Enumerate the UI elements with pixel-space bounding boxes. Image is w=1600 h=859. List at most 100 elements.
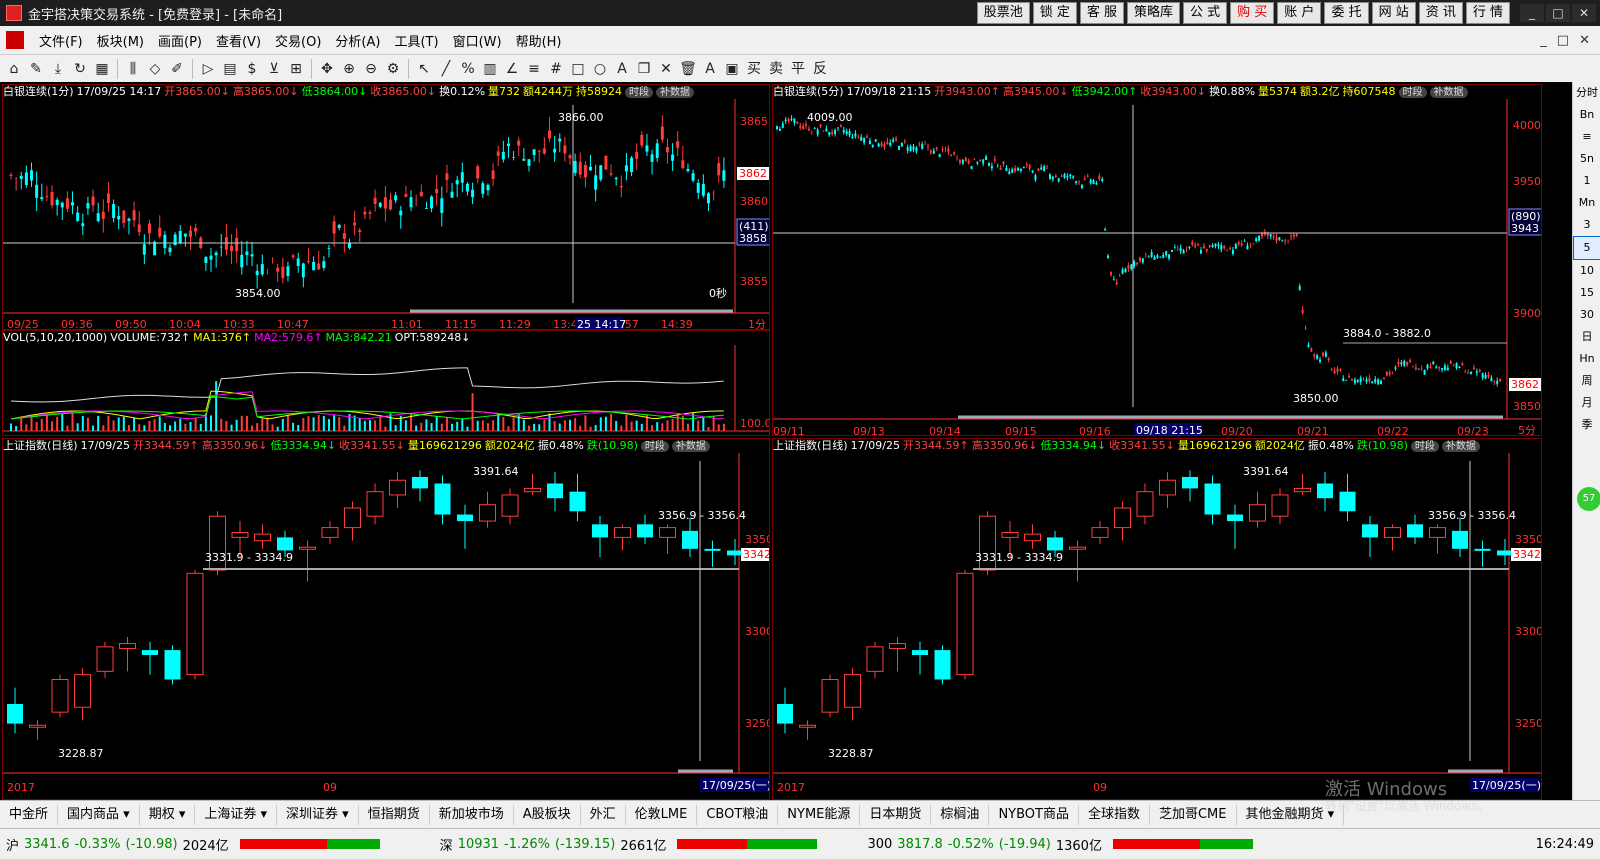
move-icon[interactable]: ✥ xyxy=(317,59,337,79)
sh-index-summary[interactable]: 沪 3341.6 -0.33% (-10.98) 2024亿 xyxy=(6,835,380,854)
font-color-icon[interactable]: A xyxy=(700,59,720,79)
grid-icon[interactable]: ▦ xyxy=(92,59,112,79)
title-button-2[interactable]: 客 服 xyxy=(1079,2,1124,24)
zoom-in-icon[interactable]: ⊕ xyxy=(339,59,359,79)
rect-icon[interactable]: □ xyxy=(568,59,588,79)
market-tab-9[interactable]: 伦敦LME xyxy=(626,804,698,825)
maximize-button[interactable]: □ xyxy=(1546,4,1570,22)
market-tab-4[interactable]: 深圳证券 ▾ xyxy=(277,804,359,825)
period-button-11[interactable]: 日 xyxy=(1573,326,1600,348)
market-tab-15[interactable]: 全球指数 xyxy=(1079,804,1150,825)
market-tab-14[interactable]: NYBOT商品 xyxy=(989,804,1079,825)
menu-item-7[interactable]: 窗口(W) xyxy=(446,31,509,50)
title-button-10[interactable]: 行 情 xyxy=(1465,2,1510,24)
candle-icon[interactable]: ⫼ xyxy=(123,59,143,79)
f10-icon[interactable]: ⊞ xyxy=(286,59,306,79)
market-tab-1[interactable]: 国内商品 ▾ xyxy=(58,804,140,825)
minimize-button[interactable]: _ xyxy=(1520,4,1544,22)
zoom-out-icon[interactable]: ⊖ xyxy=(361,59,381,79)
period-button-14[interactable]: 月 xyxy=(1573,392,1600,414)
period-button-9[interactable]: 15 xyxy=(1573,282,1600,304)
chart-panel-silver-5min[interactable]: 白银连续(5分) 17/09/18 21:15 开3943.00↑ 高3945.00↓… xyxy=(772,84,1542,436)
mdi-restore-button[interactable]: □ xyxy=(1557,33,1569,48)
sz-index-summary[interactable]: 深 10931 -1.26% (-139.15) 2661亿 xyxy=(440,835,818,854)
save-icon[interactable]: ▣ xyxy=(722,59,742,79)
menu-item-5[interactable]: 分析(A) xyxy=(328,31,387,50)
trash-icon[interactable]: 🗑 xyxy=(678,59,698,79)
title-button-4[interactable]: 公 式 xyxy=(1183,2,1228,24)
title-button-3[interactable]: 策略库 xyxy=(1127,2,1181,24)
delete-icon[interactable]: ✕ xyxy=(656,59,676,79)
period-button-5[interactable]: Mn xyxy=(1573,192,1600,214)
chart-panel-sh-index-daily-right[interactable]: 上证指数(日线) 17/09/25 开3344.59↑ 高3350.96↓ 低3334.… xyxy=(772,438,1542,800)
angle-icon[interactable]: ∠ xyxy=(502,59,522,79)
filter-icon[interactable]: ⊻ xyxy=(264,59,284,79)
sell-icon[interactable]: 卖 xyxy=(766,59,786,79)
period-button-4[interactable]: 1 xyxy=(1573,170,1600,192)
market-tab-6[interactable]: 新加坡市场 xyxy=(430,804,514,825)
percent-icon[interactable]: % xyxy=(458,59,478,79)
play-icon[interactable]: ▷ xyxy=(198,59,218,79)
menu-item-4[interactable]: 交易(O) xyxy=(268,31,328,50)
period-button-3[interactable]: 5n xyxy=(1573,148,1600,170)
diamond-icon[interactable]: ◇ xyxy=(145,59,165,79)
menu-item-1[interactable]: 板块(M) xyxy=(90,31,151,50)
refresh-icon[interactable]: ↻ xyxy=(70,59,90,79)
period-button-8[interactable]: 10 xyxy=(1573,260,1600,282)
title-button-0[interactable]: 股票池 xyxy=(976,2,1030,24)
volume-chart[interactable]: 100.0 xyxy=(3,331,770,436)
close-button[interactable]: ✕ xyxy=(1572,4,1596,22)
cursor-icon[interactable]: ↖ xyxy=(414,59,434,79)
market-tab-13[interactable]: 棕榈油 xyxy=(931,804,990,825)
flat-icon[interactable]: 平 xyxy=(788,59,808,79)
kline-chart-daily-right[interactable]: 3350 3300 3250 3342 3391.64 3331.9 - 3334.9 33… xyxy=(773,439,1542,800)
market-tab-7[interactable]: A股板块 xyxy=(514,804,581,825)
period-button-13[interactable]: 周 xyxy=(1573,370,1600,392)
period-button-2[interactable]: ≡ xyxy=(1573,126,1600,148)
text-icon[interactable]: A xyxy=(612,59,632,79)
chart-panel-sh-index-daily-left[interactable]: 上证指数(日线) 17/09/25 开3344.59↑ 高3350.96↓ 低3334.… xyxy=(2,438,770,800)
title-button-7[interactable]: 委 托 xyxy=(1324,2,1369,24)
kline-chart-5min[interactable]: 40003950390038503862(890)39434009.003884… xyxy=(773,85,1542,436)
edit-icon[interactable]: ✐ xyxy=(167,59,187,79)
home-icon[interactable]: ⌂ xyxy=(4,59,24,79)
kline-chart-daily-left[interactable]: 3350 3300 3250 3342 3391.64 3331.9 - 3334.9 33… xyxy=(3,439,770,800)
pencil-icon[interactable]: ✎ xyxy=(26,59,46,79)
hs300-summary[interactable]: 300 3817.8 -0.52% (-19.94) 1360亿 xyxy=(867,835,1253,854)
menu-item-3[interactable]: 查看(V) xyxy=(209,31,268,50)
volume-panel[interactable]: VOL(5,10,20,1000) VOLUME:732↑ MA1:376↑ MA2:… xyxy=(2,330,770,436)
market-tab-16[interactable]: 芝加哥CME xyxy=(1150,804,1237,825)
menu-item-0[interactable]: 文件(F) xyxy=(32,31,90,50)
copy-icon[interactable]: ❐ xyxy=(634,59,654,79)
market-tab-11[interactable]: NYME能源 xyxy=(778,804,861,825)
market-tab-12[interactable]: 日本期货 xyxy=(860,804,932,825)
period-button-7[interactable]: 5 xyxy=(1573,236,1600,260)
period-button-15[interactable]: 季 xyxy=(1573,414,1600,436)
ruler-icon[interactable]: ▥ xyxy=(480,59,500,79)
period-button-12[interactable]: Hn xyxy=(1573,348,1600,370)
market-tab-3[interactable]: 上海证券 ▾ xyxy=(195,804,278,825)
menu-item-6[interactable]: 工具(T) xyxy=(387,31,445,50)
note-icon[interactable]: ▤ xyxy=(220,59,240,79)
market-tab-8[interactable]: 外汇 xyxy=(581,804,626,825)
grid2-icon[interactable]: # xyxy=(546,59,566,79)
download-icon[interactable]: ⤓ xyxy=(48,59,68,79)
chart-panel-silver-1min[interactable]: 白银连续(1分) 17/09/25 14:17 开3865.00↓ 高3865.00↓… xyxy=(2,84,770,330)
circle-icon[interactable]: ○ xyxy=(590,59,610,79)
market-tab-10[interactable]: CBOT粮油 xyxy=(697,804,779,825)
mdi-close-button[interactable]: ✕ xyxy=(1579,33,1590,48)
market-tab-2[interactable]: 期权 ▾ xyxy=(140,804,196,825)
period-button-1[interactable]: Bn xyxy=(1573,104,1600,126)
hlines-icon[interactable]: ≡ xyxy=(524,59,544,79)
menu-item-2[interactable]: 画面(P) xyxy=(151,31,209,50)
title-button-9[interactable]: 资 讯 xyxy=(1418,2,1463,24)
period-button-10[interactable]: 30 xyxy=(1573,304,1600,326)
notification-badge[interactable]: 57 xyxy=(1577,487,1600,511)
market-tab-0[interactable]: 中金所 xyxy=(0,804,59,825)
buy-icon[interactable]: 买 xyxy=(744,59,764,79)
market-tab-5[interactable]: 恒指期货 xyxy=(359,804,430,825)
menu-item-8[interactable]: 帮助(H) xyxy=(509,31,569,50)
kline-chart-1min[interactable]: 38653860385838553862(411)38583866.003854… xyxy=(3,85,770,330)
period-button-0[interactable]: 分时 xyxy=(1573,82,1600,104)
settings-icon[interactable]: ⚙ xyxy=(383,59,403,79)
